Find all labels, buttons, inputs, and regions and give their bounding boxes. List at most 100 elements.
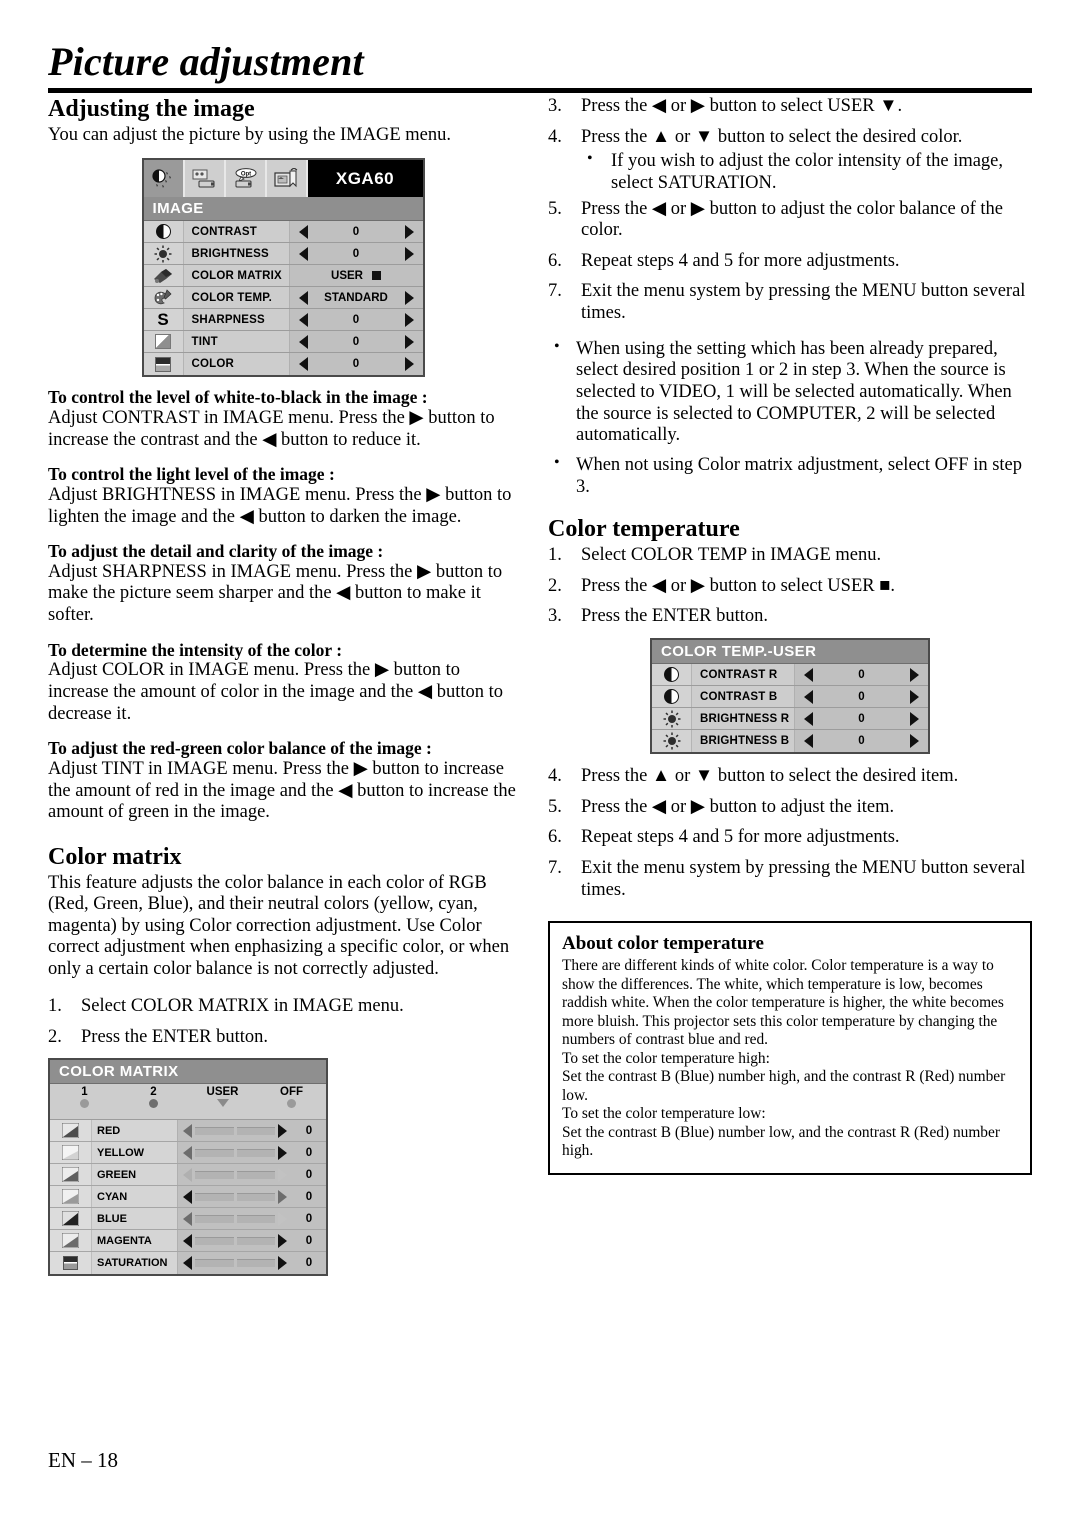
left-arrow-icon[interactable] xyxy=(183,1167,192,1182)
cm-row-slider[interactable] xyxy=(177,1230,292,1252)
slider-track[interactable] xyxy=(236,1192,275,1201)
cm-row-blue[interactable]: BLUE 0 xyxy=(50,1208,326,1231)
cm-preset-off[interactable]: OFF xyxy=(257,1086,326,1109)
left-arrow-icon[interactable] xyxy=(298,290,308,305)
step-text: Press the ▲ or ▼ button to select the de… xyxy=(581,766,959,787)
feature-tab-icon[interactable] xyxy=(266,160,308,198)
cm-preset-1[interactable]: 1 xyxy=(50,1086,119,1109)
osd-row-brightness[interactable]: BRIGHTNESS 0 xyxy=(143,243,423,266)
right-arrow-icon[interactable] xyxy=(278,1233,287,1248)
left-arrow-icon[interactable] xyxy=(183,1256,192,1271)
slider-track[interactable] xyxy=(195,1214,234,1223)
cm-row-cyan[interactable]: CYAN 0 xyxy=(50,1186,326,1209)
slider-track[interactable] xyxy=(236,1214,275,1223)
install-tab-icon[interactable] xyxy=(184,160,226,198)
right-arrow-icon[interactable] xyxy=(404,357,414,372)
cm-row-saturation[interactable]: SATURATION 0 xyxy=(50,1252,326,1275)
cm-row-slider[interactable] xyxy=(177,1120,292,1142)
right-arrow-icon[interactable] xyxy=(910,689,919,704)
left-arrow-icon[interactable] xyxy=(298,224,308,239)
left-arrow-icon[interactable] xyxy=(298,334,308,349)
osd-row-sharpness[interactable]: S SHARPNESS 0 xyxy=(143,309,423,332)
left-arrow-icon[interactable] xyxy=(298,357,308,372)
slider-track[interactable] xyxy=(195,1126,234,1135)
cm-row-yellow[interactable]: YELLOW 0 xyxy=(50,1142,326,1165)
osd-row-value-control[interactable]: 0 xyxy=(288,243,423,265)
right-arrow-icon[interactable] xyxy=(278,1256,287,1271)
osd-row-tint[interactable]: TINT 0 xyxy=(143,331,423,354)
osd-row-color[interactable]: COLOR 0 xyxy=(143,353,423,376)
image-tab-icon[interactable] xyxy=(143,160,185,198)
osd-row-color-matrix[interactable]: COLOR MATRIX USER xyxy=(143,265,423,288)
slider-track[interactable] xyxy=(236,1148,275,1157)
ct-row-value-control[interactable]: 0 xyxy=(794,664,928,686)
left-arrow-icon[interactable] xyxy=(804,711,813,726)
cm-row-slider[interactable] xyxy=(177,1186,292,1208)
osd-row-value: 0 xyxy=(352,335,360,348)
cm-row-slider[interactable] xyxy=(177,1208,292,1230)
cm-row-slider[interactable] xyxy=(177,1142,292,1164)
step-text: Repeat steps 4 and 5 for more adjustment… xyxy=(581,250,900,271)
step-text: Select COLOR TEMP in IMAGE menu. xyxy=(581,545,882,566)
osd-row-color-temp[interactable]: COLOR TEMP. STANDARD xyxy=(143,287,423,310)
right-arrow-icon[interactable] xyxy=(278,1189,287,1204)
right-arrow-icon[interactable] xyxy=(278,1167,287,1182)
right-arrow-icon[interactable] xyxy=(404,312,414,327)
right-arrow-icon[interactable] xyxy=(278,1123,287,1138)
tip-heading: To adjust the detail and clarity of the … xyxy=(48,541,384,562)
right-arrow-icon[interactable] xyxy=(404,224,414,239)
cm-row-green[interactable]: GREEN 0 xyxy=(50,1164,326,1187)
left-arrow-icon[interactable] xyxy=(183,1189,192,1204)
left-arrow-icon[interactable] xyxy=(298,246,308,261)
slider-track[interactable] xyxy=(195,1236,234,1245)
ct-row-value-control[interactable]: 0 xyxy=(794,686,928,708)
cm-row-magenta[interactable]: MAGENTA 0 xyxy=(50,1230,326,1253)
ct-row-value-control[interactable]: 0 xyxy=(794,730,928,753)
right-arrow-icon[interactable] xyxy=(278,1145,287,1160)
ct-row-brightness-b[interactable]: BRIGHTNESS B 0 xyxy=(652,730,928,753)
osd-row-value-control[interactable]: STANDARD xyxy=(288,287,423,309)
left-arrow-icon[interactable] xyxy=(804,689,813,704)
slider-track[interactable] xyxy=(236,1170,275,1179)
osd-row-value-control[interactable]: 0 xyxy=(288,353,423,376)
cm-row-slider[interactable] xyxy=(177,1252,292,1275)
slider-track[interactable] xyxy=(236,1236,275,1245)
cm-preset-2[interactable]: 2 xyxy=(119,1086,188,1109)
osd-row-value-control[interactable]: 0 xyxy=(288,221,423,243)
slider-track[interactable] xyxy=(195,1170,234,1179)
slider-track[interactable] xyxy=(195,1259,234,1268)
ct-row-value: 0 xyxy=(858,690,865,703)
osd-row-value-control[interactable]: 0 xyxy=(288,331,423,353)
right-arrow-icon[interactable] xyxy=(910,667,919,682)
left-arrow-icon[interactable] xyxy=(183,1145,192,1160)
left-arrow-icon[interactable] xyxy=(804,667,813,682)
slider-track[interactable] xyxy=(195,1192,234,1201)
slider-track[interactable] xyxy=(236,1126,275,1135)
osd-row-value-control[interactable]: 0 xyxy=(288,309,423,331)
ct-row-brightness-r[interactable]: BRIGHTNESS R 0 xyxy=(652,708,928,731)
ct-row-value-control[interactable]: 0 xyxy=(794,708,928,730)
ct-row-contrast-r[interactable]: CONTRAST R 0 xyxy=(652,664,928,687)
left-arrow-icon[interactable] xyxy=(804,734,813,749)
osd-row-value-control[interactable]: USER xyxy=(288,265,423,287)
step-item: 6. Repeat steps 4 and 5 for more adjustm… xyxy=(548,251,1032,273)
left-arrow-icon[interactable] xyxy=(183,1233,192,1248)
right-arrow-icon[interactable] xyxy=(404,290,414,305)
cm-row-red[interactable]: RED 0 xyxy=(50,1120,326,1143)
step-number: 4. xyxy=(548,126,562,147)
left-arrow-icon[interactable] xyxy=(183,1211,192,1226)
slider-track[interactable] xyxy=(236,1259,275,1268)
right-arrow-icon[interactable] xyxy=(404,334,414,349)
left-arrow-icon[interactable] xyxy=(298,312,308,327)
right-arrow-icon[interactable] xyxy=(910,734,919,749)
cm-row-slider[interactable] xyxy=(177,1164,292,1186)
right-arrow-icon[interactable] xyxy=(404,246,414,261)
slider-track[interactable] xyxy=(195,1148,234,1157)
right-arrow-icon[interactable] xyxy=(278,1211,287,1226)
ct-row-contrast-b[interactable]: CONTRAST B 0 xyxy=(652,686,928,709)
osd-row-contrast[interactable]: CONTRAST 0 xyxy=(143,221,423,244)
option-tab-icon[interactable]: Opt xyxy=(225,160,267,198)
left-arrow-icon[interactable] xyxy=(183,1123,192,1138)
right-arrow-icon[interactable] xyxy=(910,711,919,726)
cm-preset-user[interactable]: USER xyxy=(188,1086,257,1108)
